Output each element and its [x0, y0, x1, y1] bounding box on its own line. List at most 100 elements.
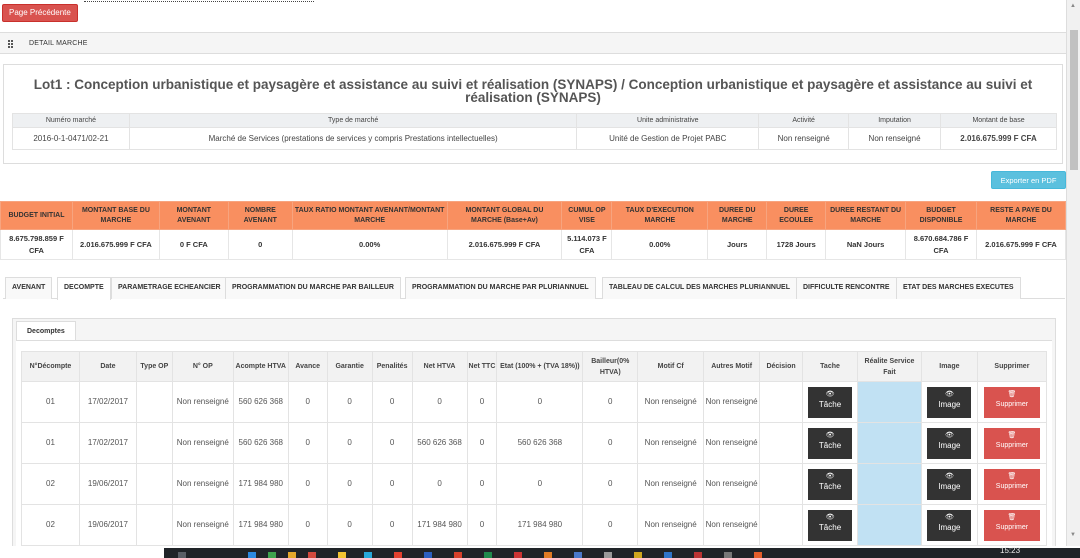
- supprimer-label: Supprimer: [995, 400, 1029, 408]
- export-pdf-button[interactable]: Exporter en PDF: [991, 171, 1066, 189]
- cell-net-htva: 171 984 980: [411, 504, 468, 546]
- eye-icon: 👁: [825, 472, 835, 480]
- previous-page-button[interactable]: Page Précédente: [2, 4, 78, 22]
- cell-avance: 0: [287, 422, 328, 464]
- image-button[interactable]: 👁 Image: [927, 509, 972, 541]
- supprimer-button[interactable]: 🗑 Supprimer: [983, 468, 1040, 500]
- eye-icon: 👁: [944, 390, 954, 398]
- cell-supprimer: 🗑 Supprimer: [976, 381, 1048, 423]
- app-icon[interactable]: [574, 552, 582, 558]
- lot-unite: Unité de Gestion de Projet PABC: [576, 127, 760, 150]
- app-icon[interactable]: [364, 552, 372, 558]
- taux-execution: 0.00%: [611, 229, 709, 260]
- budget-summary-table: BUDGET INITIAL MONTANT BASE DU MARCHE MO…: [0, 201, 1066, 260]
- col-header: Réalite Service Fait: [857, 351, 922, 382]
- col-header: Bailleur(0% HTVA): [582, 351, 639, 382]
- image-button[interactable]: 👁 Image: [927, 427, 972, 459]
- eye-icon: 👁: [944, 431, 954, 439]
- tache-button[interactable]: 👁 Tâche: [808, 509, 853, 541]
- cell-realise-service-fait: [857, 463, 922, 505]
- app-icon[interactable]: [724, 552, 732, 558]
- tache-label: Tâche: [818, 522, 842, 532]
- app-icon[interactable]: [514, 552, 522, 558]
- cell-bailleur: 0: [582, 381, 639, 423]
- cell-tache: 👁 Tâche: [802, 381, 859, 423]
- cell-etat: 0: [496, 381, 584, 423]
- scroll-down-icon[interactable]: ▼: [1070, 532, 1076, 538]
- app-icon[interactable]: [544, 552, 552, 558]
- tache-button[interactable]: 👁 Tâche: [808, 386, 853, 418]
- tache-label: Tâche: [818, 440, 842, 450]
- tache-button[interactable]: 👁 Tâche: [808, 427, 853, 459]
- supprimer-button[interactable]: 🗑 Supprimer: [983, 386, 1040, 418]
- cell-garantie: 0: [326, 463, 373, 505]
- cell-net-htva: 560 626 368: [411, 422, 468, 464]
- scroll-thumb[interactable]: [1070, 30, 1078, 170]
- tab-avenant[interactable]: AVENANT: [5, 277, 53, 299]
- cell-garantie: 0: [326, 381, 373, 423]
- eye-icon: 👁: [944, 472, 954, 480]
- app-icon[interactable]: [754, 552, 762, 558]
- tab-bar: AVENANT DECOMPTE PARAMETRAGE ECHEANCIER …: [3, 275, 1065, 300]
- page-scrollbar[interactable]: ▲ ▼: [1066, 0, 1080, 546]
- taskbar: 15:23: [0, 546, 1080, 558]
- table-row: 02 19/06/2017 Non renseigné 171 984 980 …: [21, 463, 1048, 505]
- app-icon[interactable]: [308, 552, 316, 558]
- cell-num: 02: [21, 463, 80, 505]
- app-icon[interactable]: [424, 552, 432, 558]
- supprimer-button[interactable]: 🗑 Supprimer: [983, 427, 1040, 459]
- search-icon[interactable]: [178, 552, 186, 558]
- cell-avance: 0: [287, 381, 328, 423]
- folder-icon[interactable]: [338, 552, 346, 558]
- tab-etat-marches[interactable]: ETAT DES MARCHES EXECUTES: [896, 277, 1021, 299]
- taux-ratio: 0.00%: [291, 229, 448, 260]
- app-icon[interactable]: [248, 552, 256, 558]
- cell-type-op: [135, 463, 173, 505]
- tab-decompte[interactable]: DECOMPTE: [57, 277, 111, 300]
- panel-heading: DETAIL MARCHE: [0, 32, 1066, 54]
- lot-header-imputation: Imputation: [848, 113, 942, 128]
- col-header: Tache: [802, 351, 859, 382]
- app-icon[interactable]: [454, 552, 462, 558]
- cell-net-ttc: 0: [466, 463, 498, 505]
- cell-acompte: 171 984 980: [232, 504, 289, 546]
- supprimer-button[interactable]: 🗑 Supprimer: [983, 509, 1040, 541]
- budget-header: MONTANT BASE DU MARCHE: [71, 201, 160, 230]
- tab-programmation-bailleur[interactable]: PROGRAMMATION DU MARCHE PAR BAILLEUR: [225, 277, 401, 299]
- tab-parametrage-echeancier[interactable]: PARAMETRAGE ECHEANCIER: [111, 277, 228, 299]
- cumul-op-vise: 5.114.073 F CFA: [561, 229, 613, 260]
- app-icon[interactable]: [634, 552, 642, 558]
- app-icon[interactable]: [604, 552, 612, 558]
- app-icon[interactable]: [268, 552, 276, 558]
- app-icon[interactable]: [484, 552, 492, 558]
- tache-button[interactable]: 👁 Tâche: [808, 468, 853, 500]
- col-header: Acompte HTVA: [232, 351, 289, 382]
- budget-header: TAUX RATIO MONTANT AVENANT/MONTANT MARCH…: [291, 201, 448, 230]
- lot-header-numero: Numéro marché: [12, 113, 130, 128]
- tab-decomptes[interactable]: Decomptes: [16, 321, 76, 341]
- col-header: Type OP: [135, 351, 173, 382]
- app-icon[interactable]: [664, 552, 672, 558]
- supprimer-label: Supprimer: [995, 523, 1029, 531]
- cell-acompte: 560 626 368: [232, 422, 289, 464]
- cell-num-op: Non renseigné: [171, 504, 234, 546]
- scroll-up-icon[interactable]: ▲: [1070, 3, 1076, 9]
- app-icon[interactable]: [394, 552, 402, 558]
- cell-autres-motif: Non renseigné: [703, 504, 761, 546]
- budget-header: NOMBRE AVENANT: [227, 201, 293, 230]
- image-button[interactable]: 👁 Image: [927, 468, 972, 500]
- lot-type: Marché de Services (prestations de servi…: [128, 127, 578, 150]
- col-header: N° OP: [171, 351, 234, 382]
- cell-num: 01: [21, 381, 80, 423]
- app-icon[interactable]: [694, 552, 702, 558]
- tab-difficulte-rencontre[interactable]: DIFFICULTE RENCONTRE: [796, 277, 897, 299]
- tab-tableau-calcul[interactable]: TABLEAU DE CALCUL DES MARCHES PLURIANNUE…: [602, 277, 797, 299]
- taskbar-clock[interactable]: 15:23: [1000, 546, 1020, 555]
- app-icon[interactable]: [288, 552, 296, 558]
- cell-supprimer: 🗑 Supprimer: [976, 504, 1048, 546]
- budget-header: DUREE ECOULEE: [766, 201, 827, 230]
- lot-header-unite: Unite administrative: [576, 113, 760, 128]
- tab-programmation-pluriannuel[interactable]: PROGRAMMATION DU MARCHE PAR PLURIANNUEL: [405, 277, 596, 299]
- supprimer-label: Supprimer: [995, 441, 1029, 449]
- image-button[interactable]: 👁 Image: [927, 386, 972, 418]
